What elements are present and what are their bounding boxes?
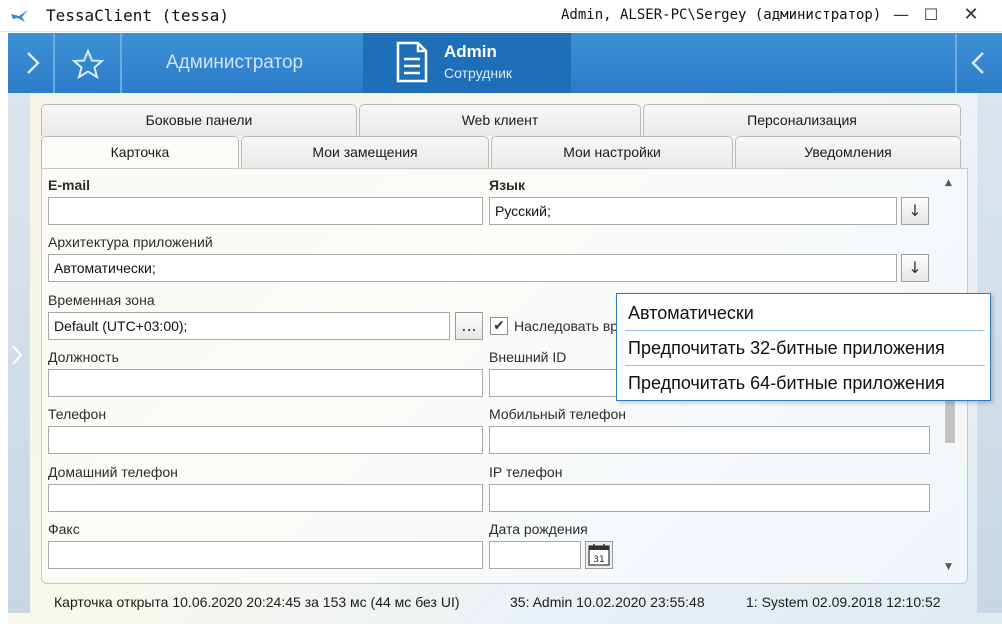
architecture-field[interactable]: Автоматически;: [48, 254, 897, 282]
window-user-info: Admin, ALSER-PC\Sergey (администратор): [561, 7, 882, 23]
star-icon[interactable]: [72, 49, 104, 79]
tab-web-client[interactable]: Web клиент: [359, 104, 641, 136]
document-icon: [396, 41, 428, 83]
dropdown-option-64bit[interactable]: Предпочитать 64-битные приложения: [617, 366, 990, 401]
minimize-icon[interactable]: —: [888, 4, 914, 26]
expand-left-panel-icon[interactable]: [20, 47, 44, 79]
card-title: Admin: [444, 42, 497, 61]
email-label: E-mail: [48, 177, 91, 193]
tab-side-panels[interactable]: Боковые панели: [41, 104, 357, 136]
architecture-select-button[interactable]: ↓: [901, 254, 929, 282]
chevron-right-icon[interactable]: [8, 342, 26, 368]
timezone-browse-button[interactable]: ...: [455, 312, 483, 340]
header-divider: [120, 33, 122, 93]
tessa-bird-icon: [11, 10, 28, 22]
birthday-label: Дата рождения: [489, 521, 588, 537]
status-last-modified: 35: Admin 10.02.2020 23:55:48: [510, 594, 705, 610]
architecture-label: Архитектура приложений: [48, 234, 213, 250]
tab-notifications[interactable]: Уведомления: [735, 136, 961, 168]
ip-phone-label: IP телефон: [489, 464, 563, 480]
timezone-label: Временная зона: [48, 292, 155, 308]
mobile-phone-field[interactable]: [489, 426, 930, 454]
home-phone-field[interactable]: [48, 484, 483, 512]
open-card-tile[interactable]: Admin Сотрудник: [363, 33, 571, 93]
home-phone-label: Домашний телефон: [48, 464, 178, 480]
expand-right-panel-icon[interactable]: [967, 47, 991, 79]
position-label: Должность: [48, 349, 119, 365]
tab-personalization[interactable]: Персонализация: [643, 104, 961, 136]
calendar-icon[interactable]: 31: [585, 541, 613, 569]
language-label: Язык: [489, 177, 525, 193]
header-divider: [53, 33, 55, 93]
status-created: 1: System 02.09.2018 12:10:52: [746, 594, 941, 610]
birthday-field[interactable]: [489, 541, 581, 569]
ip-phone-field[interactable]: [489, 484, 930, 512]
window-title: TessaClient (tessa): [46, 6, 230, 25]
tab-my-substitutions[interactable]: Мои замещения: [241, 136, 489, 168]
language-select-button[interactable]: ↓: [901, 197, 929, 225]
maximize-icon[interactable]: ☐: [918, 4, 944, 26]
card-subtitle: Сотрудник: [444, 65, 513, 81]
phone-field[interactable]: [48, 426, 483, 454]
close-icon[interactable]: ✕: [958, 4, 984, 26]
fax-label: Факс: [48, 521, 80, 537]
language-field[interactable]: Русский;: [489, 197, 897, 225]
workspace-tab-administrator[interactable]: Администратор: [166, 52, 303, 74]
architecture-dropdown-list: Автоматически Предпочитать 32-битные при…: [616, 293, 991, 401]
dropdown-option-automatic[interactable]: Автоматически: [617, 296, 990, 331]
scroll-up-icon[interactable]: ▲: [945, 178, 952, 188]
position-field[interactable]: [48, 369, 483, 397]
inherit-timezone-checkbox[interactable]: ✔: [490, 317, 508, 335]
tab-my-settings[interactable]: Мои настройки: [491, 136, 733, 168]
phone-label: Телефон: [48, 406, 107, 422]
mobile-phone-label: Мобильный телефон: [489, 406, 626, 422]
header-divider: [955, 33, 957, 93]
tab-card[interactable]: Карточка: [41, 136, 239, 170]
timezone-field[interactable]: Default (UTC+03:00);: [48, 312, 450, 340]
app-header: Администратор Admin Сотрудник: [8, 33, 1002, 93]
scroll-down-icon[interactable]: ▼: [945, 562, 952, 572]
email-field[interactable]: [48, 197, 483, 225]
calendar-day: 31: [593, 555, 604, 565]
inherit-timezone-label: Наследовать вр: [514, 318, 619, 334]
window-title-bar: TessaClient (tessa) Admin, ALSER-PC\Serg…: [0, 0, 1002, 32]
external-id-label: Внешний ID: [489, 349, 567, 365]
dropdown-option-32bit[interactable]: Предпочитать 32-битные приложения: [617, 331, 990, 366]
fax-field[interactable]: [48, 541, 483, 569]
status-card-opened: Карточка открыта 10.06.2020 20:24:45 за …: [54, 594, 460, 610]
